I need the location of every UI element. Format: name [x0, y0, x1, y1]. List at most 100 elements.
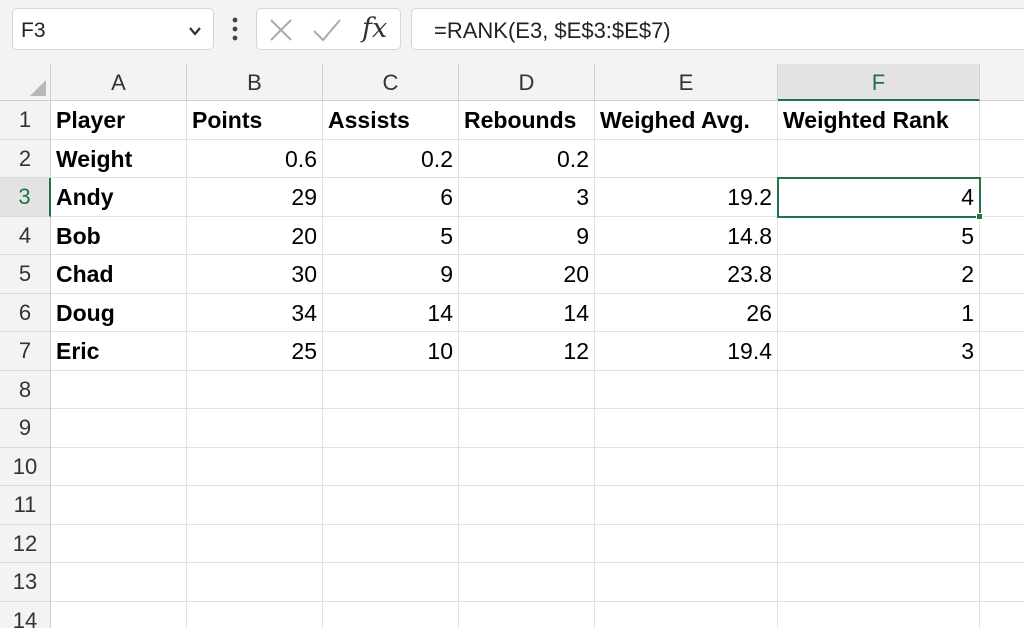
cell-c6[interactable]: 14: [323, 293, 459, 332]
cell-next-10[interactable]: [980, 448, 1024, 486]
cell-next-5[interactable]: [980, 255, 1024, 294]
cell-a5[interactable]: Chad: [51, 255, 187, 294]
column-header-b[interactable]: B: [187, 64, 323, 101]
cell-e13[interactable]: [595, 563, 778, 602]
cell-f10[interactable]: [778, 447, 980, 486]
cell-e6[interactable]: 26: [595, 293, 778, 332]
cell-d1[interactable]: Rebounds: [459, 101, 595, 140]
cell-a4[interactable]: Bob: [51, 216, 187, 255]
cell-a10[interactable]: [51, 447, 187, 486]
cell-b2[interactable]: 0.6: [187, 139, 323, 178]
cell-e1[interactable]: Weighed Avg.: [595, 101, 778, 140]
cell-d9[interactable]: [459, 409, 595, 448]
column-header-e[interactable]: E: [595, 64, 778, 101]
row-header-14[interactable]: 14: [0, 601, 51, 628]
fx-icon[interactable]: fx: [362, 13, 387, 44]
cell-d13[interactable]: [459, 563, 595, 602]
cell-e3[interactable]: 19.2: [595, 178, 778, 217]
select-all-button[interactable]: [0, 64, 51, 101]
cell-c10[interactable]: [323, 447, 459, 486]
cell-f4[interactable]: 5: [778, 216, 980, 255]
cell-c1[interactable]: Assists: [323, 101, 459, 140]
cell-b4[interactable]: 20: [187, 216, 323, 255]
cell-a14[interactable]: [51, 601, 187, 628]
row-header-7[interactable]: 7: [0, 332, 51, 371]
cell-c5[interactable]: 9: [323, 255, 459, 294]
cell-b10[interactable]: [187, 447, 323, 486]
cell-a8[interactable]: [51, 370, 187, 409]
cell-d7[interactable]: 12: [459, 332, 595, 371]
cell-next-1[interactable]: [980, 101, 1024, 140]
cell-d2[interactable]: 0.2: [459, 139, 595, 178]
cell-b9[interactable]: [187, 409, 323, 448]
column-header-f[interactable]: F: [778, 64, 980, 101]
row-header-5[interactable]: 5: [0, 255, 51, 294]
cell-d6[interactable]: 14: [459, 293, 595, 332]
cell-b1[interactable]: Points: [187, 101, 323, 140]
row-header-9[interactable]: 9: [0, 409, 51, 448]
cell-a6[interactable]: Doug: [51, 293, 187, 332]
column-header-a[interactable]: A: [51, 64, 187, 101]
cell-next-3[interactable]: [980, 178, 1024, 217]
cell-c2[interactable]: 0.2: [323, 139, 459, 178]
cell-c4[interactable]: 5: [323, 216, 459, 255]
cell-c11[interactable]: [323, 486, 459, 525]
cell-d12[interactable]: [459, 524, 595, 563]
cell-a13[interactable]: [51, 563, 187, 602]
cell-f12[interactable]: [778, 524, 980, 563]
cell-e12[interactable]: [595, 524, 778, 563]
cell-d11[interactable]: [459, 486, 595, 525]
cell-f2[interactable]: [778, 139, 980, 178]
cell-next-9[interactable]: [980, 409, 1024, 448]
column-header-c[interactable]: C: [323, 64, 459, 101]
cell-c13[interactable]: [323, 563, 459, 602]
cell-next-7[interactable]: [980, 332, 1024, 371]
cell-c8[interactable]: [323, 370, 459, 409]
row-header-13[interactable]: 13: [0, 563, 51, 602]
cell-e8[interactable]: [595, 370, 778, 409]
row-header-6[interactable]: 6: [0, 293, 51, 332]
row-header-10[interactable]: 10: [0, 447, 51, 486]
cell-b6[interactable]: 34: [187, 293, 323, 332]
cell-b11[interactable]: [187, 486, 323, 525]
cell-b13[interactable]: [187, 563, 323, 602]
cell-e2[interactable]: [595, 139, 778, 178]
cell-c9[interactable]: [323, 409, 459, 448]
row-header-1[interactable]: 1: [0, 101, 51, 140]
row-header-8[interactable]: 8: [0, 370, 51, 409]
cell-d14[interactable]: [459, 601, 595, 628]
cell-e4[interactable]: 14.8: [595, 216, 778, 255]
cell-f13[interactable]: [778, 563, 980, 602]
cell-f1[interactable]: Weighted Rank: [778, 101, 980, 140]
column-header-d[interactable]: D: [459, 64, 595, 101]
cell-next-12[interactable]: [980, 525, 1024, 563]
cell-e10[interactable]: [595, 447, 778, 486]
cell-c7[interactable]: 10: [323, 332, 459, 371]
cell-b8[interactable]: [187, 370, 323, 409]
close-icon[interactable]: [268, 17, 294, 43]
row-header-12[interactable]: 12: [0, 524, 51, 563]
cell-d5[interactable]: 20: [459, 255, 595, 294]
cell-a7[interactable]: Eric: [51, 332, 187, 371]
cell-e9[interactable]: [595, 409, 778, 448]
cell-e7[interactable]: 19.4: [595, 332, 778, 371]
row-header-3[interactable]: 3: [0, 178, 51, 217]
row-header-11[interactable]: 11: [0, 486, 51, 525]
cell-f14[interactable]: [778, 601, 980, 628]
cell-f9[interactable]: [778, 409, 980, 448]
cell-c3[interactable]: 6: [323, 178, 459, 217]
chevron-down-icon[interactable]: [187, 23, 203, 39]
column-header-next[interactable]: [980, 64, 1024, 101]
cell-d4[interactable]: 9: [459, 216, 595, 255]
cell-f3[interactable]: 4: [778, 178, 980, 217]
cell-d3[interactable]: 3: [459, 178, 595, 217]
cell-a2[interactable]: Weight: [51, 139, 187, 178]
cell-a3[interactable]: Andy: [51, 178, 187, 217]
cell-f5[interactable]: 2: [778, 255, 980, 294]
cell-d8[interactable]: [459, 370, 595, 409]
cell-e11[interactable]: [595, 486, 778, 525]
cell-a12[interactable]: [51, 524, 187, 563]
cell-b7[interactable]: 25: [187, 332, 323, 371]
cell-next-11[interactable]: [980, 486, 1024, 525]
cell-a1[interactable]: Player: [51, 101, 187, 140]
